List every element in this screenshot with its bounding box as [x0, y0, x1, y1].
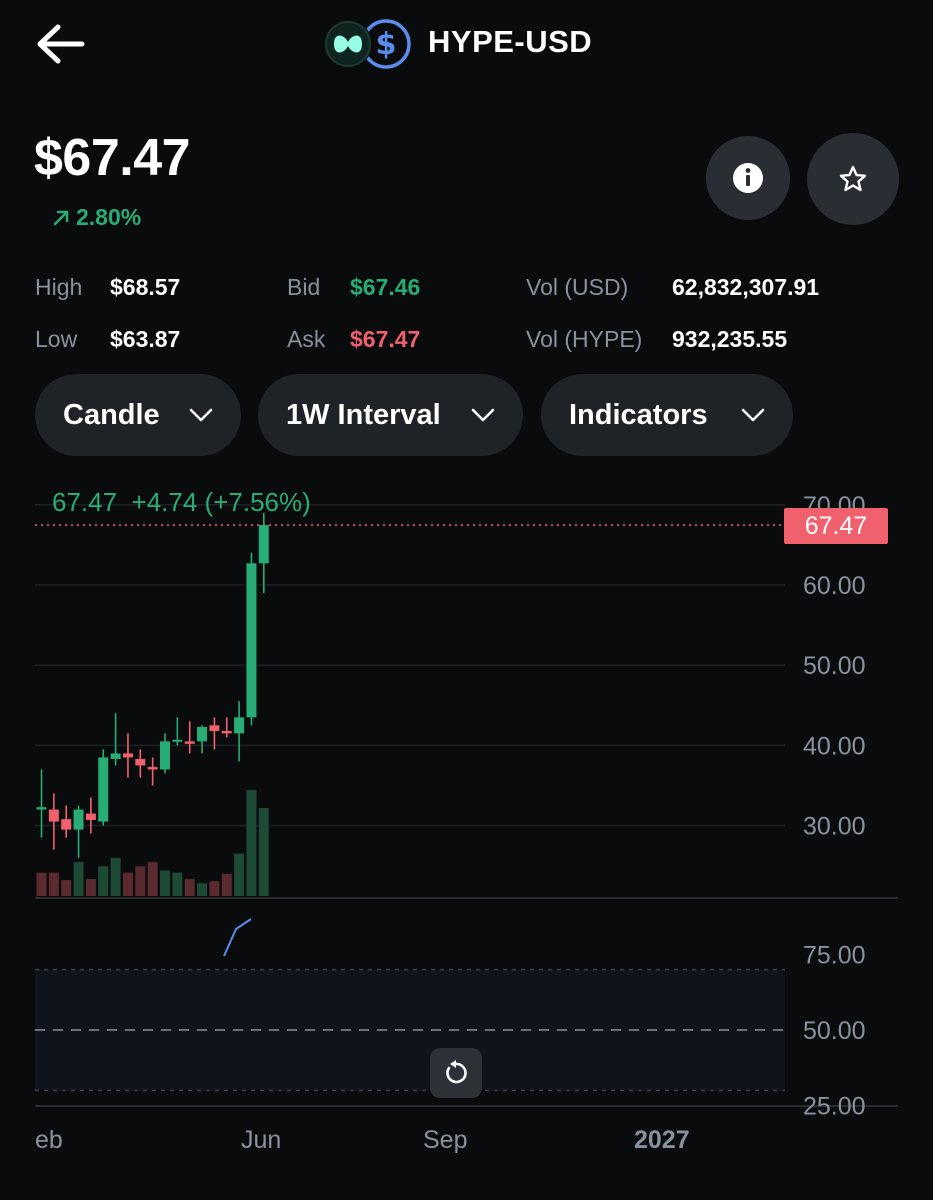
bid-value: $67.46 [350, 274, 421, 300]
chevron-down-icon [189, 408, 213, 422]
rsi-line [223, 918, 252, 957]
chart-type-label: Candle [63, 398, 160, 431]
rsi-tick-label: 50.00 [803, 1017, 866, 1045]
candle-body [110, 753, 121, 760]
chevron-down-icon [471, 408, 495, 422]
vol-usd-value: 62,832,307.91 [672, 274, 820, 300]
candle-body [85, 813, 96, 820]
rsi-tick-label: 25.00 [803, 1093, 866, 1121]
volume-bar [122, 872, 133, 896]
vol-usd-label: Vol (USD) [526, 274, 629, 300]
volume-bar [197, 883, 208, 896]
x-tick-label: Jun [241, 1126, 282, 1154]
svg-text:$: $ [376, 27, 397, 62]
volume-bar [85, 879, 96, 896]
low-value: $63.87 [110, 326, 181, 352]
back-button[interactable] [34, 22, 90, 66]
price-change: 2.80% [52, 204, 141, 231]
volume-bar [36, 872, 47, 896]
legend-change: +4.74 (+7.56%) [131, 487, 311, 517]
ask-value: $67.47 [350, 326, 421, 352]
page-title: HYPE-USD [428, 24, 593, 59]
interval-dropdown[interactable]: 1W Interval [258, 374, 523, 456]
volume-bar [73, 862, 84, 896]
candle-body [36, 807, 47, 810]
interval-label: 1W Interval [286, 398, 441, 431]
candle-body [61, 819, 72, 830]
candle-body [48, 809, 59, 822]
volume-bar [234, 853, 245, 896]
x-tick-label: Sep [423, 1126, 468, 1154]
current-price: $67.47 [34, 129, 191, 187]
y-tick-label: 60.00 [803, 572, 866, 600]
price-change-value: 2.80% [76, 204, 142, 230]
info-button[interactable] [706, 136, 790, 220]
ask-label: Ask [287, 326, 326, 352]
vol-hype-label: Vol (HYPE) [526, 326, 643, 352]
current-price-tag: 67.47 [784, 508, 888, 544]
candle-body [221, 730, 232, 734]
hyperliquid-logo-icon [324, 20, 372, 68]
arrow-left-icon [37, 24, 85, 64]
candle-body [160, 741, 170, 770]
candle-body [234, 717, 245, 734]
reset-icon [446, 1060, 467, 1084]
reset-chart-button[interactable] [430, 1048, 482, 1098]
volume-bar [172, 872, 183, 896]
volume-bar [209, 881, 220, 896]
candle-body [98, 757, 109, 822]
candle-body [147, 767, 158, 770]
y-tick-label: 50.00 [803, 652, 866, 680]
bid-label: Bid [287, 274, 321, 300]
candle-body [135, 759, 146, 766]
indicators-dropdown[interactable]: Indicators [541, 374, 793, 456]
candle-body [246, 563, 257, 718]
volume-bar [147, 862, 158, 896]
volume-bar [258, 808, 269, 896]
rsi-tick-label: 75.00 [803, 942, 866, 970]
volume-bar [48, 872, 59, 896]
volume-bar [160, 870, 170, 896]
chart-legend: 67.47 +4.74 (+7.56%) [52, 487, 311, 518]
star-icon [839, 165, 867, 192]
pair-logo: $ [322, 16, 414, 70]
volume-bar [184, 879, 195, 896]
high-label: High [35, 274, 83, 300]
indicators-label: Indicators [569, 398, 708, 431]
favorite-button[interactable] [807, 133, 899, 225]
volume-bar [246, 790, 257, 896]
volume-bar [221, 873, 232, 896]
candle-body [258, 525, 269, 564]
y-tick-label: 30.00 [803, 813, 866, 841]
legend-close: 67.47 [52, 487, 118, 517]
chart-type-dropdown[interactable]: Candle [35, 374, 241, 456]
arrow-up-right-icon [53, 210, 69, 225]
volume-bar [61, 880, 72, 896]
volume-bar [98, 866, 109, 896]
candle-body [122, 753, 133, 758]
candle-body [172, 739, 183, 742]
x-tick-label: 2027 [634, 1126, 690, 1154]
candle-body [184, 741, 195, 744]
volume-bar [110, 857, 121, 896]
y-tick-label: 40.00 [803, 732, 866, 760]
low-label: Low [35, 326, 78, 352]
vol-hype-value: 932,235.55 [672, 326, 788, 352]
chevron-down-icon [741, 408, 765, 422]
candle-body [197, 726, 208, 742]
x-tick-label: eb [35, 1126, 63, 1154]
candle-body [73, 809, 84, 830]
info-icon [733, 163, 763, 193]
volume-bar [135, 866, 146, 896]
high-value: $68.57 [110, 274, 181, 300]
candle-body [209, 725, 220, 731]
